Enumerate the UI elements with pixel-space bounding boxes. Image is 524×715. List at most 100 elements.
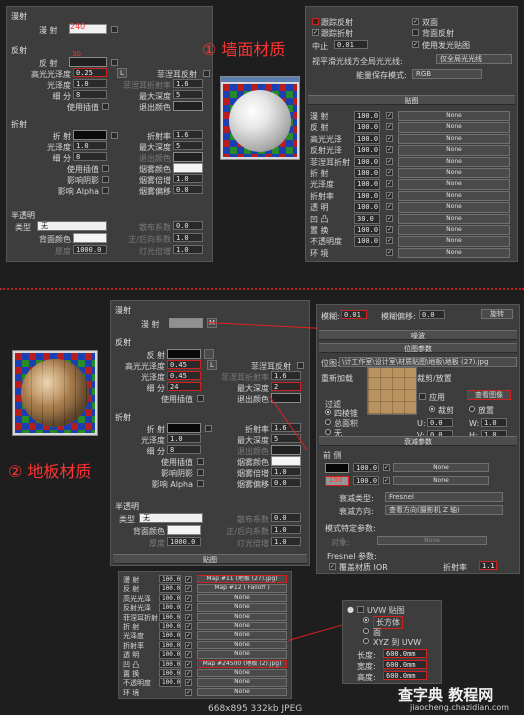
floor-fog-bias-spinner[interactable]: 0.0: [271, 478, 301, 487]
floor-light-mult-spinner[interactable]: 1.0: [271, 537, 301, 546]
bitmap-filter-sat-radio[interactable]: [325, 419, 331, 425]
wall-exit-color-swatch[interactable]: [173, 101, 203, 111]
wall-map-checkbox[interactable]: ✓: [386, 203, 393, 211]
wall-map-amount[interactable]: 100.0: [354, 236, 380, 247]
floor-refr-use-interp-checkbox[interactable]: [197, 458, 204, 465]
bitmap-crop-radio[interactable]: [429, 406, 435, 412]
uvw-width-spinner[interactable]: 600.0mm: [383, 660, 427, 669]
floor-map-slot-button[interactable]: None: [197, 603, 287, 612]
floor-type-dropdown[interactable]: 无: [139, 513, 203, 523]
wall-map-checkbox[interactable]: ✓: [386, 169, 393, 176]
wall-map-checkbox[interactable]: ✓: [386, 248, 393, 256]
wall-refr-max-depth-spinner[interactable]: 5: [173, 141, 203, 150]
falloff-direction-dropdown[interactable]: 查看方向(摄影机 Z 轴): [385, 505, 503, 515]
wall-fresnel-ior-spinner[interactable]: 1.6: [173, 79, 203, 88]
floor-map-slot-button[interactable]: None: [197, 593, 287, 603]
bitmap-place-radio[interactable]: [469, 406, 475, 412]
floor-map-checkbox[interactable]: ✓: [185, 688, 192, 696]
floor-refr-exit-color-swatch[interactable]: [271, 445, 301, 455]
falloff-row1-spinner[interactable]: 100.0: [353, 463, 379, 472]
floor-map-checkbox[interactable]: ✓: [185, 585, 192, 593]
falloff-color1-swatch[interactable]: [325, 463, 349, 473]
wall-refr-subdivs-spinner[interactable]: 8: [73, 152, 107, 161]
wall-map-slot-button[interactable]: None: [398, 190, 510, 202]
floor-map-amount[interactable]: 100.0: [159, 640, 181, 650]
wall-lock-button[interactable]: L: [117, 68, 127, 78]
floor-fwd-back-spinner[interactable]: 1.0: [271, 525, 301, 534]
floor-map-checkbox[interactable]: ✓: [185, 660, 192, 668]
floor-map-checkbox[interactable]: ✓: [185, 679, 192, 687]
wall-map-slot-button[interactable]: None: [398, 236, 510, 247]
bitmap-path-button[interactable]: \计工作室\设计室\材质贴图\地板\地板 (27).jpg: [339, 357, 517, 367]
uvw-xyz-radio[interactable]: [363, 638, 369, 644]
wall-double-sided-checkbox[interactable]: ✓: [412, 18, 419, 25]
wall-map-checkbox[interactable]: ✓: [386, 157, 393, 165]
wall-map-checkbox[interactable]: ✓: [386, 214, 393, 222]
floor-fog-mult-spinner[interactable]: 1.0: [271, 467, 301, 476]
bitmap-blur-offset-spinner[interactable]: 0.0: [419, 310, 445, 319]
wall-map-amount[interactable]: 100.0: [354, 168, 380, 179]
wall-scatter-spinner[interactable]: 0.0: [173, 221, 203, 230]
wall-hilight-gloss-spinner[interactable]: 0.25: [73, 68, 107, 77]
bitmap-noise-header[interactable]: 噪波: [319, 330, 517, 340]
wall-subdivs-spinner[interactable]: 8: [73, 90, 107, 99]
floor-map-slot-button[interactable]: None: [197, 631, 287, 640]
wall-fwd-back-spinner[interactable]: 1.0: [173, 233, 203, 242]
bitmap-reload-label[interactable]: 重新加载: [321, 373, 353, 384]
wall-map-slot-button[interactable]: None: [398, 156, 510, 167]
floor-map-amount[interactable]: 100.0: [159, 669, 181, 678]
wall-map-checkbox[interactable]: ✓: [386, 226, 393, 233]
floor-diffuse-swatch[interactable]: [169, 318, 203, 328]
floor-map-amount[interactable]: 100.0: [159, 678, 181, 687]
floor-maps-rollout-header[interactable]: 贴图: [113, 554, 307, 564]
wall-fresnel-checkbox[interactable]: [203, 70, 210, 77]
bitmap-view-image-button[interactable]: 查看图像: [467, 390, 511, 400]
floor-reflect-swatch[interactable]: [167, 349, 201, 359]
wall-refl-gloss-spinner[interactable]: 1.0: [73, 79, 107, 88]
floor-map-amount[interactable]: 100.0: [159, 603, 181, 612]
wall-refr-gloss-spinner[interactable]: 1.0: [73, 141, 107, 150]
wall-map-checkbox[interactable]: ✓: [386, 180, 393, 188]
wall-map-amount[interactable]: 100.0: [354, 225, 380, 236]
uvw-height-spinner[interactable]: 600.0mm: [383, 671, 427, 680]
wall-map-checkbox[interactable]: ✓: [386, 123, 393, 131]
wall-use-interp-checkbox[interactable]: [102, 103, 109, 110]
wall-back-color-swatch[interactable]: [73, 233, 107, 243]
floor-exit-color-swatch[interactable]: [271, 393, 301, 403]
floor-fresnel-ior-spinner[interactable]: 1.6: [271, 371, 301, 380]
wall-diffuse-map-button[interactable]: [111, 26, 118, 33]
floor-map-checkbox[interactable]: ✓: [185, 651, 192, 659]
floor-map-slot-button[interactable]: None: [197, 650, 287, 659]
wall-light-mult-spinner[interactable]: 1.0: [173, 245, 203, 254]
wall-cutoff-spinner[interactable]: 0.01: [334, 40, 368, 49]
floor-subdivs-spinner[interactable]: 24: [167, 382, 201, 391]
wall-map-slot-button[interactable]: None: [398, 225, 510, 236]
floor-reflect-map-button[interactable]: [204, 349, 214, 359]
floor-map-checkbox[interactable]: ✓: [185, 604, 192, 612]
wall-map-slot-button[interactable]: None: [398, 247, 510, 259]
floor-refr-subdivs-spinner[interactable]: 8: [167, 445, 201, 454]
floor-map-slot-button[interactable]: Map #11 (地板 (27).jpg): [197, 575, 287, 584]
bitmap-params-header[interactable]: 位图参数: [319, 343, 517, 353]
wall-map-amount[interactable]: 100.0: [354, 179, 380, 190]
floor-map-amount[interactable]: 100.0: [159, 575, 181, 584]
wall-map-slot-button[interactable]: None: [398, 145, 510, 156]
floor-map-amount[interactable]: 100.0: [159, 584, 181, 593]
wall-map-slot-button[interactable]: None: [398, 122, 510, 133]
floor-use-interp-checkbox[interactable]: [197, 395, 204, 402]
wall-use-irradiance-checkbox[interactable]: ✓: [412, 41, 419, 48]
wall-map-slot-button[interactable]: None: [398, 213, 510, 224]
falloff-object-button[interactable]: None: [377, 536, 487, 545]
floor-map-checkbox[interactable]: ✓: [185, 613, 192, 621]
wall-reflect-map-button[interactable]: [111, 59, 118, 66]
floor-lock-button[interactable]: L: [207, 360, 217, 370]
wall-energy-dropdown[interactable]: RGB: [412, 69, 482, 79]
wall-map-slot-button[interactable]: None: [398, 111, 510, 122]
floor-map-amount[interactable]: 100.0: [159, 659, 181, 668]
bitmap-filter-none-radio[interactable]: [325, 429, 331, 435]
falloff-params-header[interactable]: 衰减参数: [319, 436, 517, 446]
floor-map-amount[interactable]: 100.0: [159, 631, 181, 640]
uvw-enable-checkbox[interactable]: [357, 606, 364, 613]
wall-map-checkbox[interactable]: ✓: [386, 146, 393, 154]
wall-map-amount[interactable]: 100.0: [354, 122, 380, 133]
